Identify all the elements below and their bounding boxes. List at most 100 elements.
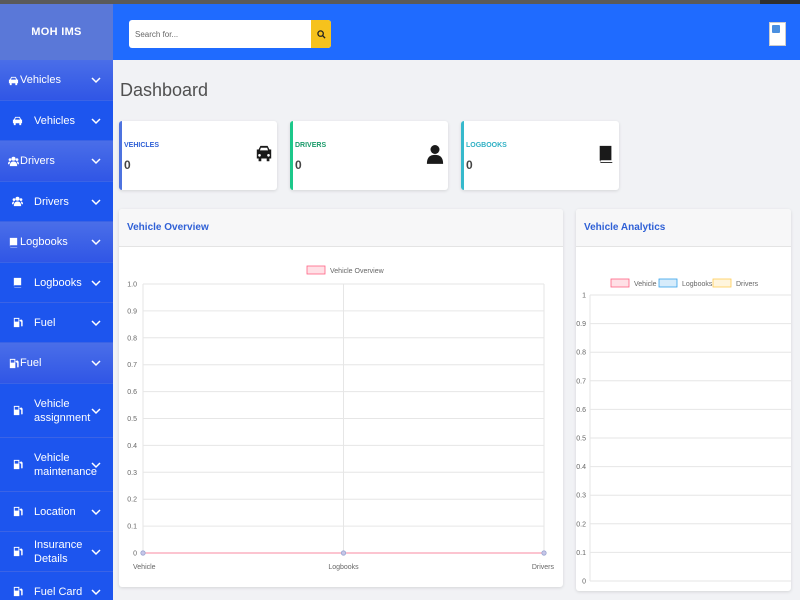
sidebar-item-label: Drivers xyxy=(34,195,69,208)
gas-pump-icon xyxy=(10,404,24,418)
sidebar-item-label: Drivers xyxy=(20,155,55,167)
sidebar-item-label: Fuel xyxy=(20,357,42,369)
car-icon xyxy=(6,73,20,87)
sidebar-item-label: Fuel xyxy=(34,316,56,329)
search-button[interactable] xyxy=(311,20,331,48)
legend-swatch[interactable] xyxy=(610,278,630,288)
y-tick-label: 0.3 xyxy=(127,470,137,477)
chevron-down-icon[interactable] xyxy=(91,156,101,166)
sidebar-item-label: Logbooks xyxy=(34,276,82,289)
stat-label: LOGBOOKS xyxy=(466,142,507,149)
stat-accent-bar xyxy=(290,121,293,190)
chevron-down-icon[interactable] xyxy=(91,75,101,85)
data-point[interactable] xyxy=(541,550,547,556)
legend-label[interactable]: Vehicle xyxy=(634,281,657,288)
y-tick-label: 1 xyxy=(582,293,586,300)
gas-pump-icon xyxy=(10,545,24,559)
search-input[interactable] xyxy=(129,20,309,48)
y-tick-label: 0.5 xyxy=(576,436,586,443)
vehicle-overview-chart: 0 0.1 0.2 0.3 0.4 0.5 0.6 0.7 0.8 0.9 1.0 Vehicle Lo… xyxy=(127,265,555,571)
x-tick-label: Vehicle xyxy=(133,564,156,571)
chevron-down-icon[interactable] xyxy=(91,460,101,470)
sidebar-item-vehicles[interactable]: Vehicles xyxy=(0,101,113,141)
legend-label[interactable]: Drivers xyxy=(736,281,759,288)
legend-swatch[interactable] xyxy=(712,278,732,288)
stat-card-vehicles: VEHICLES 0 xyxy=(119,121,277,190)
chevron-down-icon[interactable] xyxy=(91,507,101,517)
card-title: Vehicle Analytics xyxy=(576,209,791,247)
legend-label[interactable]: Vehicle Overview xyxy=(330,268,385,275)
gas-pump-icon xyxy=(10,585,24,599)
vehicle-overview-card: Vehicle Overview 0 0.1 0.2 0.3 0.4 0.5 0.6 0.7 0… xyxy=(119,209,563,587)
sidebar-item-location[interactable]: Location xyxy=(0,492,113,532)
legend-swatch[interactable] xyxy=(306,265,326,275)
x-tick-label: Drivers xyxy=(532,564,555,571)
stat-value: 0 xyxy=(466,158,473,172)
y-tick-label: 0.3 xyxy=(576,493,586,500)
y-tick-label: 0.4 xyxy=(576,464,586,471)
y-tick-label: 0 xyxy=(133,551,137,558)
sidebar-item-label: Vehicles xyxy=(34,114,75,127)
sidebar-nav: Vehicles Vehicles Drivers Drivers Logbooks Lo… xyxy=(0,60,113,600)
data-point[interactable] xyxy=(140,550,146,556)
chevron-down-icon[interactable] xyxy=(91,358,101,368)
legend-swatch[interactable] xyxy=(658,278,678,288)
vehicle-analytics-card: Vehicle Analytics 0 0.1 0.2 0.3 0.4 0.5 0.6 0.7… xyxy=(576,209,791,591)
sidebar-item-fuel[interactable]: Fuel xyxy=(0,303,113,343)
users-icon xyxy=(10,195,24,209)
sidebar-item-logbooks[interactable]: Logbooks xyxy=(0,222,113,263)
gas-pump-icon xyxy=(10,505,24,519)
chevron-down-icon[interactable] xyxy=(91,406,101,416)
page-title: Dashboard xyxy=(120,80,209,100)
stat-value: 0 xyxy=(124,158,131,172)
brand-title[interactable]: MOH IMS xyxy=(0,4,113,60)
gas-pump-icon xyxy=(6,356,20,370)
vehicle-analytics-chart: 0 0.1 0.2 0.3 0.4 0.5 0.6 0.7 0.8 0.9 1 Vehicle Logb… xyxy=(576,278,791,586)
y-tick-label: 0.9 xyxy=(576,321,586,328)
stat-label: VEHICLES xyxy=(124,142,160,149)
chevron-down-icon[interactable] xyxy=(91,116,101,126)
sidebar-item-vehicles[interactable]: Vehicles xyxy=(0,60,113,101)
sidebar-item-drivers[interactable]: Drivers xyxy=(0,141,113,182)
user-avatar[interactable] xyxy=(769,22,786,46)
chevron-down-icon[interactable] xyxy=(91,547,101,557)
y-tick-label: 0.5 xyxy=(127,416,137,423)
chevron-down-icon[interactable] xyxy=(91,237,101,247)
chevron-down-icon[interactable] xyxy=(91,278,101,288)
y-tick-label: 0.8 xyxy=(127,335,137,342)
stat-card-logbooks: LOGBOOKS 0 xyxy=(461,121,619,190)
stat-value: 0 xyxy=(295,158,302,172)
sidebar-item-vehicle-assignment[interactable]: Vehicle assignment xyxy=(0,384,113,438)
sidebar-item-label: Vehicle maintenance xyxy=(34,451,97,478)
y-tick-label: 0.1 xyxy=(576,550,586,557)
sidebar-item-logbooks[interactable]: Logbooks xyxy=(0,263,113,303)
car-icon xyxy=(10,114,24,128)
y-tick-label: 0 xyxy=(582,579,586,586)
y-tick-label: 0.1 xyxy=(127,524,137,531)
data-point[interactable] xyxy=(340,550,347,556)
chevron-down-icon[interactable] xyxy=(91,587,101,597)
sidebar-item-fuel[interactable]: Fuel xyxy=(0,343,113,384)
sidebar-item-drivers[interactable]: Drivers xyxy=(0,182,113,222)
stat-accent-bar xyxy=(461,121,464,190)
y-tick-label: 0.7 xyxy=(127,362,137,369)
card-title: Vehicle Overview xyxy=(119,209,563,247)
chevron-down-icon[interactable] xyxy=(91,197,101,207)
car-icon xyxy=(255,143,273,165)
chevron-down-icon[interactable] xyxy=(91,318,101,328)
book-icon xyxy=(597,143,615,165)
y-tick-label: 0.6 xyxy=(576,407,586,414)
y-tick-label: 0.7 xyxy=(576,378,586,385)
y-tick-label: 1.0 xyxy=(127,282,137,289)
stat-accent-bar xyxy=(119,121,122,190)
sidebar-item-label: Logbooks xyxy=(20,236,68,248)
stat-card-drivers: DRIVERS 0 xyxy=(290,121,448,190)
sidebar-item-fuel-card[interactable]: Fuel Card xyxy=(0,572,113,600)
y-tick-label: 0.9 xyxy=(127,308,137,315)
legend-label[interactable]: Logbooks xyxy=(682,281,713,288)
users-icon xyxy=(6,154,20,168)
book-icon xyxy=(10,276,24,290)
sidebar-item-vehicle-maintenance[interactable]: Vehicle maintenance xyxy=(0,438,113,492)
y-tick-label: 0.6 xyxy=(127,389,137,396)
sidebar-item-insurance-details[interactable]: Insurance Details xyxy=(0,532,113,572)
